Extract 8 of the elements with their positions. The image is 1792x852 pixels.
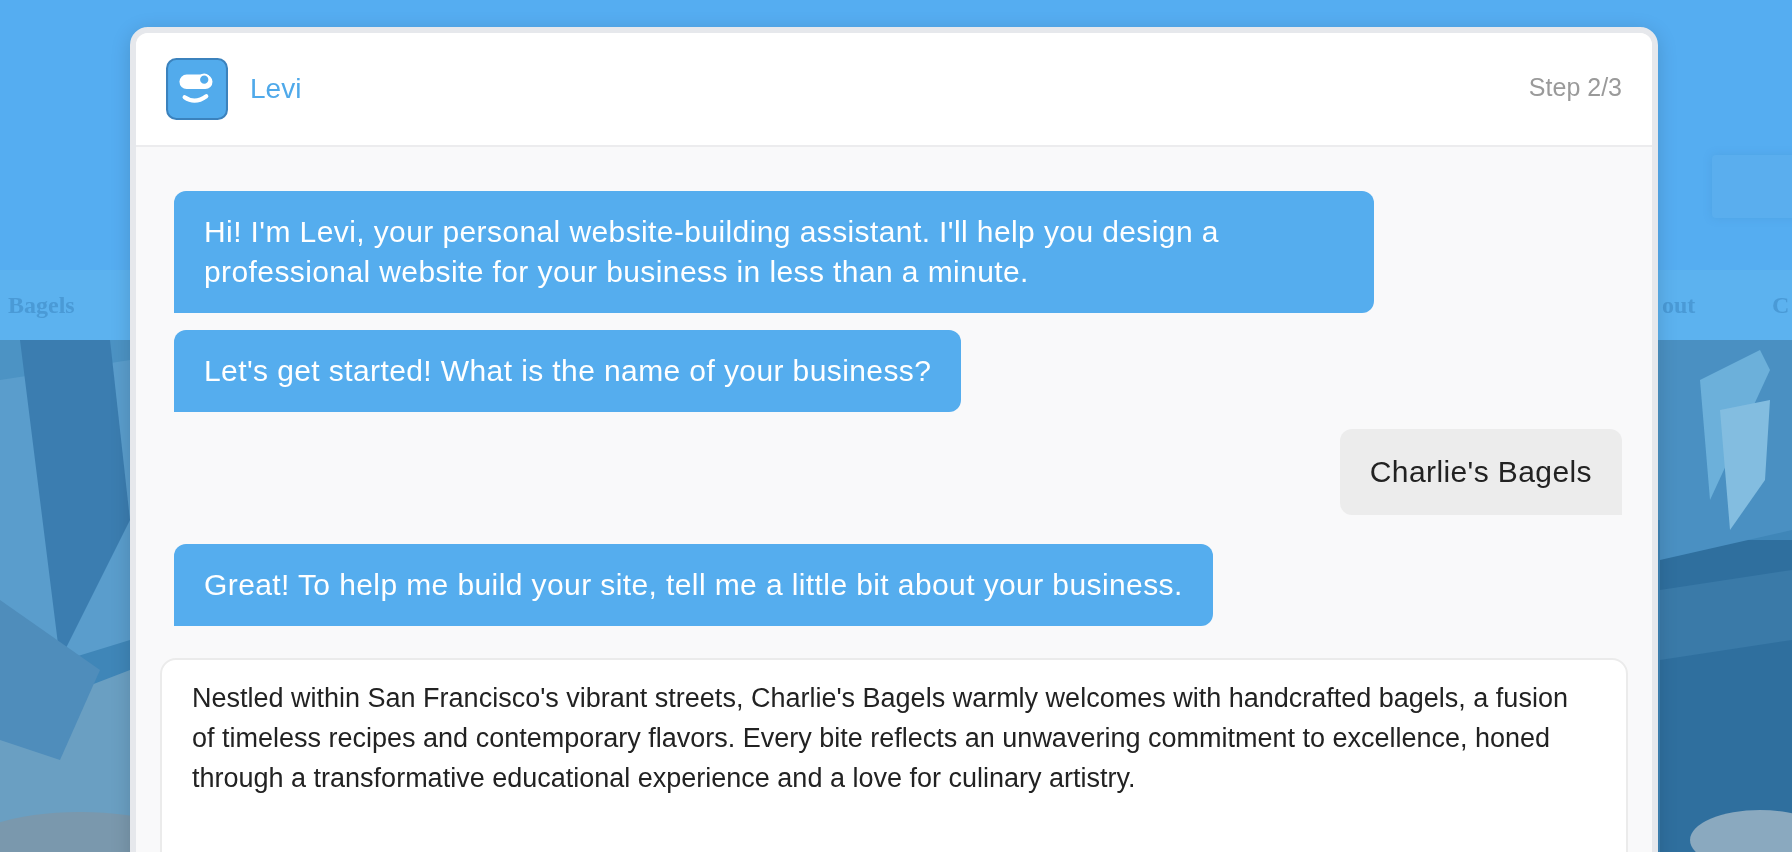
message-bubble: Charlie's Bagels [1339,429,1622,515]
message-field[interactable]: Nestled within San Francisco's vibrant streets, Charlie's Bagels warmly welcomes with handcrafted bagels, a fusion of timeless recipes and contemporary flavors. Every bite reflects an unwavering commitment to excellence, honed through a transformative educational experience and a love for culinary artistry. [160,658,1628,852]
step-indicator: Step 2/3 [1528,72,1622,102]
message-bubble: Hi! I'm Levi, your personal website-building assistant. I'll help you design a professional website for your business in less than a minute. [174,191,1374,313]
assistant-name: Levi [250,73,302,105]
message-bubble: Great! To help me build your site, tell me a little bit about your business. [174,544,1213,626]
smiley-logo-icon [166,58,228,120]
message-bubble: Let's get started! What is the name of your business? [174,330,962,412]
